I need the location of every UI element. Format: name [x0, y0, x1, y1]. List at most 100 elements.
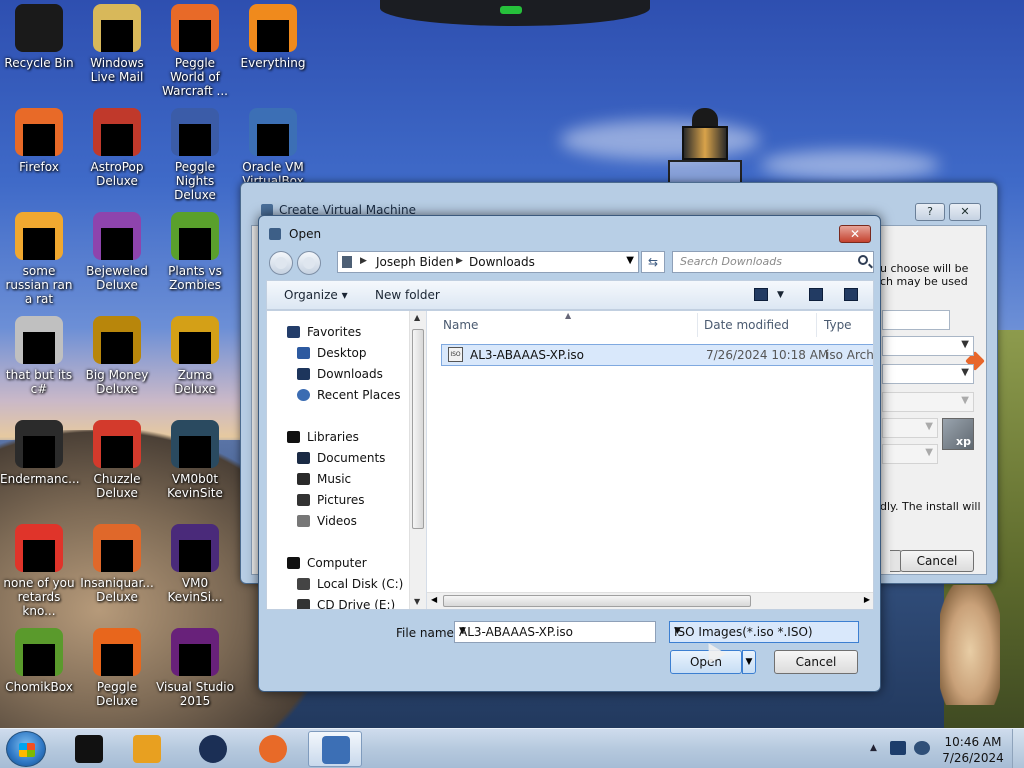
nav-recent-places[interactable]: Recent Places — [297, 388, 400, 402]
app-icon — [15, 524, 63, 572]
nav-downloads[interactable]: Downloads — [297, 367, 383, 381]
desktop-icon-item[interactable]: Peggle Deluxe — [78, 628, 156, 708]
desktop-icon-item[interactable]: VM0 KevinSi... — [156, 524, 234, 604]
show-desktop-button[interactable] — [1012, 729, 1024, 768]
nav-cd-drive[interactable]: CD Drive (E:) — [297, 598, 395, 609]
nav-pictures[interactable]: Pictures — [297, 493, 365, 507]
view-icon[interactable] — [754, 288, 768, 301]
desktop-icon-item[interactable]: Firefox — [0, 108, 78, 174]
virtualbox-icon — [322, 736, 350, 764]
vm-name-field[interactable] — [882, 310, 950, 330]
desktop-icon-item[interactable]: Endermanc... — [0, 420, 80, 486]
close-button[interactable]: ✕ — [839, 225, 871, 243]
desktop-icon-item[interactable]: ChomikBox — [0, 628, 78, 694]
desktop-icon-item[interactable]: Peggle Nights Deluxe — [156, 108, 234, 202]
vm-cancel-button[interactable]: Cancel — [900, 550, 974, 572]
desktop-icon-item[interactable]: Insaniquar... Deluxe — [78, 524, 156, 604]
sort-arrow-icon: ▲ — [565, 311, 572, 320]
nav-scroll-thumb[interactable] — [412, 329, 424, 529]
nav-local-disk[interactable]: Local Disk (C:) — [297, 577, 403, 591]
scroll-down-icon[interactable]: ▼ — [414, 597, 420, 606]
chevron-down-icon[interactable]: ▼ — [674, 626, 854, 636]
desktop-icon-label: ChomikBox — [5, 680, 73, 694]
desktop-icon-item[interactable]: Plants vs Zombies — [156, 212, 234, 292]
desktop-icon-label: Endermanc... — [0, 472, 80, 486]
column-name[interactable]: Name — [443, 311, 478, 339]
nav-label: Computer — [307, 556, 367, 570]
nav-computer[interactable]: Computer — [287, 556, 367, 570]
search-input[interactable]: Search Downloads — [680, 255, 782, 268]
chevron-down-icon[interactable]: ▼ — [459, 626, 651, 636]
desktop-icon-item[interactable]: none of you retards kno... — [0, 524, 78, 618]
search-box[interactable]: Search Downloads — [672, 251, 874, 273]
nav-documents[interactable]: Documents — [297, 451, 386, 465]
clock[interactable]: 10:46 AM 7/26/2024 — [942, 734, 1004, 766]
taskbar-app-app-globe[interactable] — [186, 731, 240, 767]
desktop-icon-item[interactable]: Oracle VM VirtualBox — [234, 108, 312, 188]
back-button[interactable] — [269, 251, 293, 275]
desktop-icon-item[interactable]: Zuma Deluxe — [156, 316, 234, 396]
file-type-filter[interactable]: ISO Images(*.iso *.ISO) ▼ — [669, 621, 859, 643]
desktop-icon-label: Windows Live Mail — [90, 56, 144, 84]
nav-videos[interactable]: Videos — [297, 514, 357, 528]
open-file-dialog[interactable]: Open ✕ ▶ Joseph Biden ▶ Downloads ▼ ⇆ Se… — [258, 215, 881, 692]
desktop-icon-item[interactable]: Peggle World of Warcraft ... — [156, 4, 234, 98]
forward-button[interactable] — [297, 251, 321, 275]
vm-install-text: dly. The install will — [880, 500, 981, 513]
lighthouse — [668, 108, 742, 186]
breadcrumb-downloads[interactable]: Downloads — [469, 255, 535, 269]
start-button[interactable] — [6, 731, 46, 767]
desktop-icon-item[interactable]: Recycle Bin — [0, 4, 78, 70]
taskbar-app-command-prompt[interactable] — [62, 731, 116, 767]
column-date-modified[interactable]: Date modified — [704, 311, 789, 339]
desktop-icon-item[interactable]: AstroPop Deluxe — [78, 108, 156, 188]
file-row[interactable]: ISO AL3-ABAAAS-XP.iso 7/26/2024 10:18 AM… — [441, 344, 873, 366]
scroll-right-icon[interactable]: ▶ — [864, 595, 870, 604]
desktop-icon-item[interactable]: Chuzzle Deluxe — [78, 420, 156, 500]
chevron-down-icon[interactable]: ▼ — [777, 290, 784, 300]
desktop-icon-item[interactable]: Windows Live Mail — [78, 4, 156, 84]
volume-icon[interactable] — [914, 741, 930, 755]
cancel-button[interactable]: Cancel — [774, 650, 858, 674]
search-app-icon — [249, 4, 297, 52]
desktop-icon-item[interactable]: some russian ran a rat — [0, 212, 78, 306]
organize-button[interactable]: Organize ▾ — [284, 288, 348, 302]
address-bar[interactable]: ▶ Joseph Biden ▶ Downloads ▼ — [337, 251, 639, 273]
horizontal-scrollbar[interactable]: ◀ ▶ — [427, 592, 873, 609]
nav-label: Documents — [317, 451, 386, 465]
taskbar-app-firefox[interactable] — [246, 731, 300, 767]
desktop-icon-item[interactable]: Visual Studio 2015 — [156, 628, 234, 708]
vm-type-select[interactable]: ▼ — [882, 364, 974, 384]
taskbar-app-virtualbox[interactable] — [308, 731, 362, 767]
help-icon[interactable] — [844, 288, 858, 301]
chevron-down-icon[interactable]: ▼ — [626, 255, 634, 266]
vm-folder-select[interactable]: ▼ — [882, 336, 974, 356]
nav-desktop[interactable]: Desktop — [297, 346, 367, 360]
nav-music[interactable]: Music — [297, 472, 351, 486]
new-folder-button[interactable]: New folder — [375, 288, 440, 302]
scroll-up-icon[interactable]: ▲ — [414, 313, 420, 322]
cloud — [760, 150, 940, 180]
desktop-icon-item[interactable]: Everything — [234, 4, 312, 70]
breadcrumb-user[interactable]: Joseph Biden — [376, 255, 454, 269]
nav-libraries[interactable]: Libraries — [287, 430, 359, 444]
close-button[interactable]: ✕ — [949, 203, 981, 221]
nav-scrollbar[interactable]: ▲ ▼ — [409, 311, 426, 609]
column-type[interactable]: Type — [824, 311, 852, 339]
desktop-icon-item[interactable]: VM0b0t KevinSite — [156, 420, 234, 500]
desktop-icon-item[interactable]: Big Money Deluxe — [78, 316, 156, 396]
desktop-icon-item[interactable]: Bejeweled Deluxe — [78, 212, 156, 292]
nav-favorites[interactable]: Favorites — [287, 325, 361, 339]
refresh-button[interactable]: ⇆ — [641, 251, 665, 273]
horizontal-scroll-thumb[interactable] — [443, 595, 751, 607]
desktop-icon-item[interactable]: that but its c# — [0, 316, 78, 396]
file-name-input[interactable]: AL3-ABAAAS-XP.iso ▼ — [454, 621, 656, 643]
taskbar-app-media-player[interactable] — [120, 731, 174, 767]
tray-expand-icon[interactable]: ▲ — [870, 743, 877, 753]
open-options-button[interactable]: ▼ — [742, 650, 756, 674]
help-button[interactable]: ? — [915, 203, 945, 221]
network-icon[interactable] — [890, 741, 906, 755]
clock-date: 7/26/2024 — [942, 751, 1004, 765]
scroll-left-icon[interactable]: ◀ — [431, 595, 437, 604]
preview-pane-icon[interactable] — [809, 288, 823, 301]
